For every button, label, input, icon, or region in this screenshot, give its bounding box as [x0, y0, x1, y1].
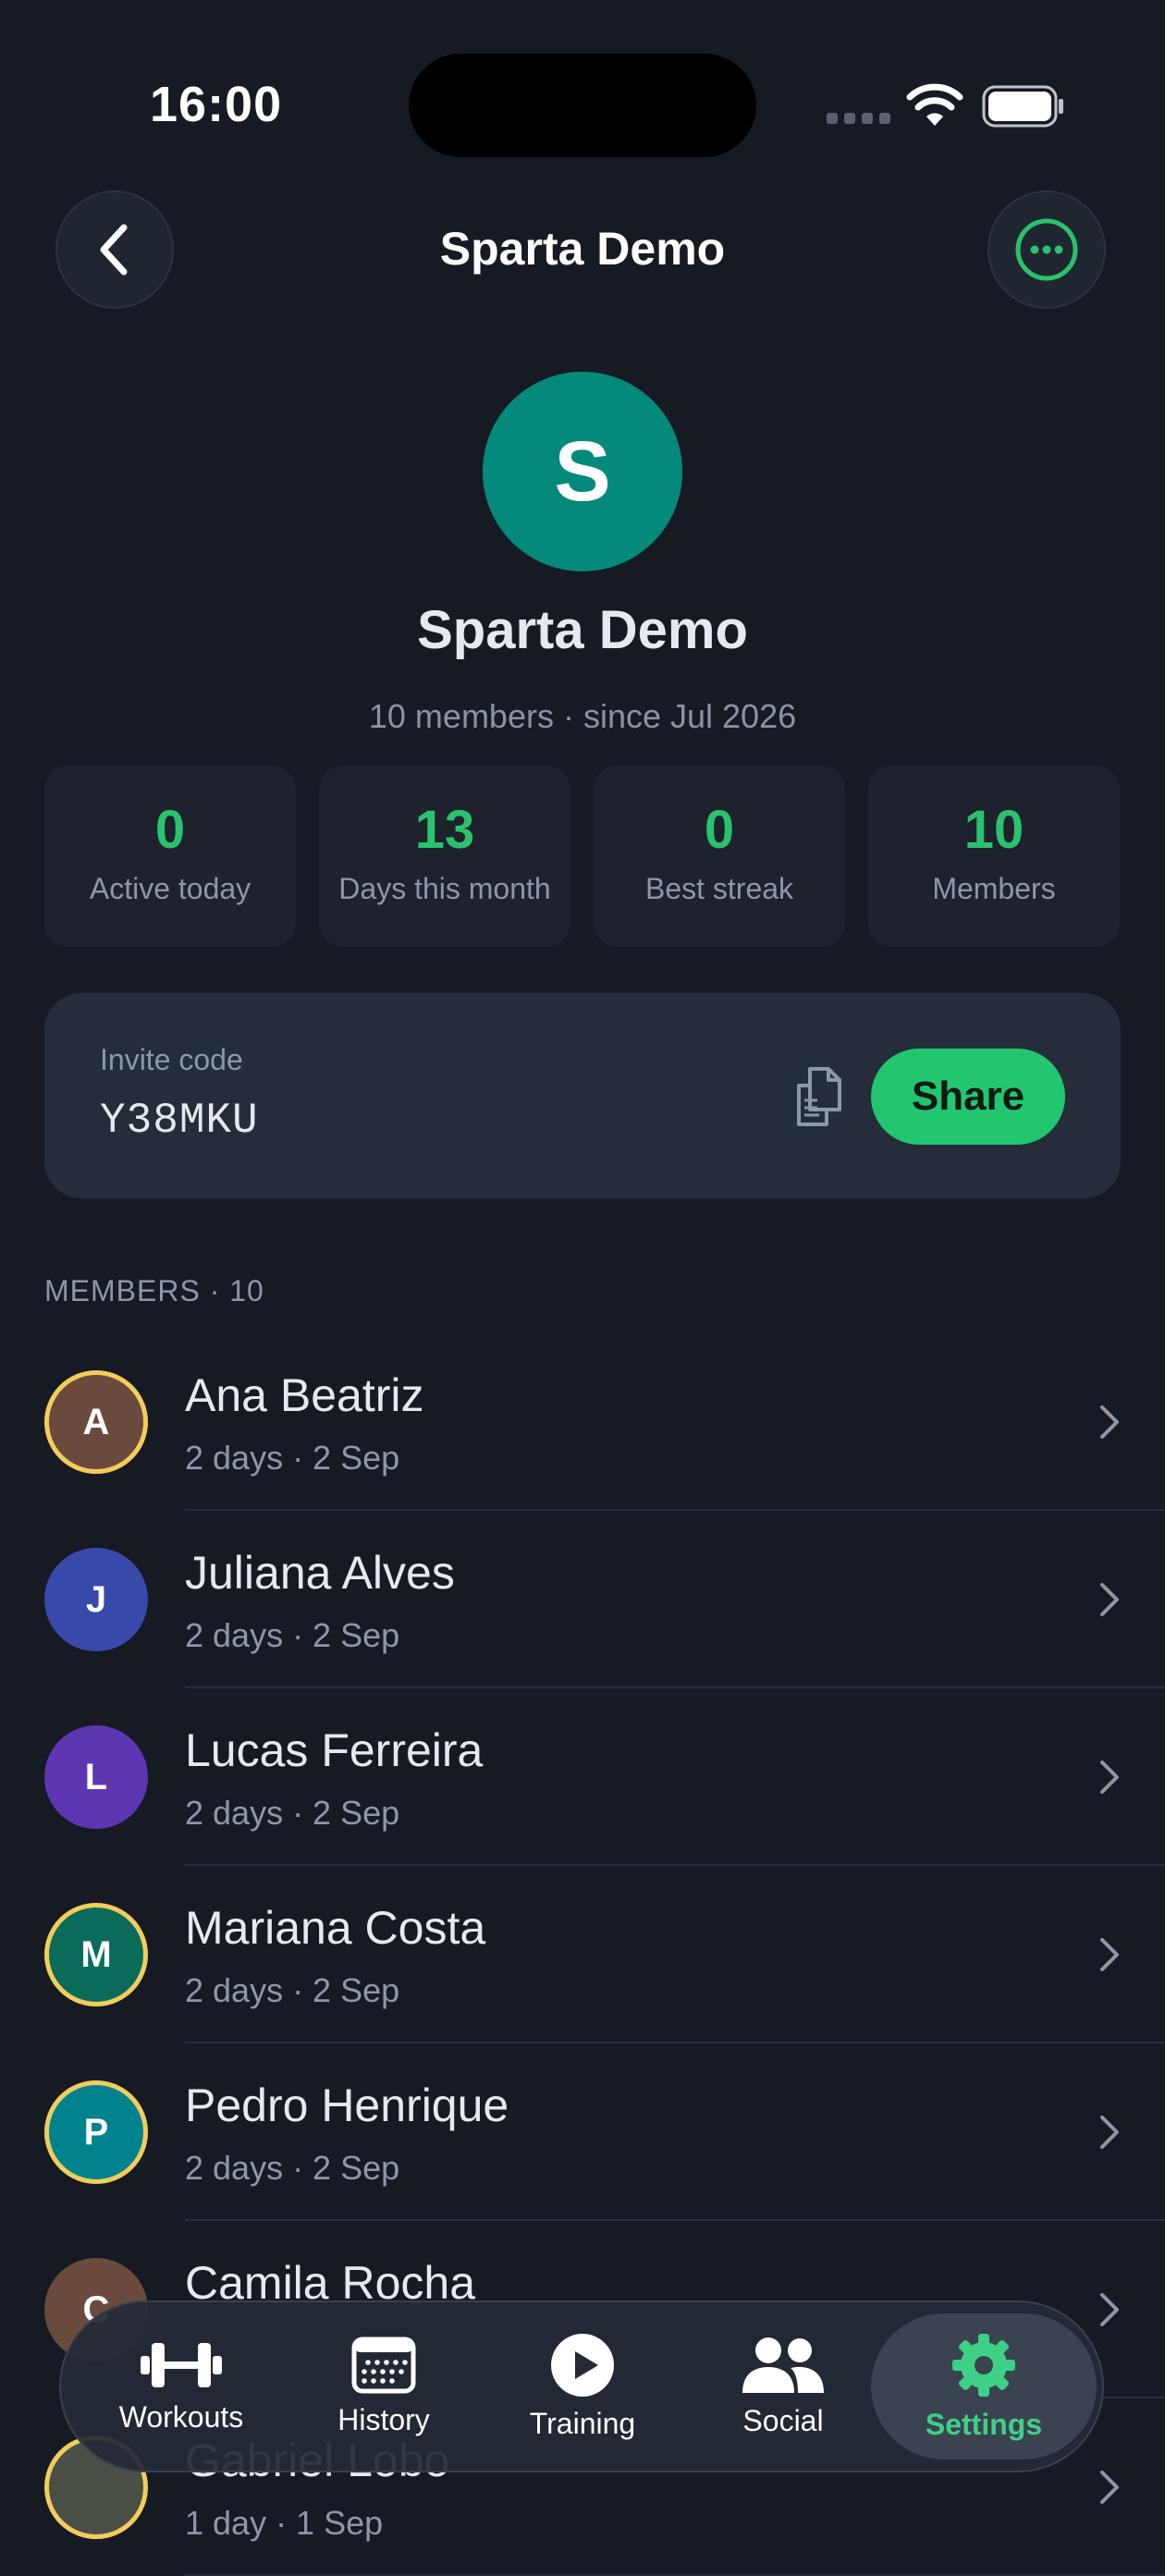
play-circle-icon: [551, 2333, 614, 2397]
share-button[interactable]: Share: [871, 1049, 1065, 1145]
stat-label: Members: [932, 872, 1056, 905]
member-activity: 2 days · 2 Sep: [185, 1971, 400, 2009]
ellipsis-circle-icon: [1015, 218, 1078, 281]
member-activity: 2 days · 2 Sep: [185, 1794, 400, 1832]
tab-label: Workouts: [118, 2399, 244, 2434]
gear-icon: [952, 2333, 1015, 2397]
member-name: Juliana Alves: [185, 1547, 455, 1599]
chevron-right-icon: [1100, 2293, 1119, 2326]
member-row[interactable]: M Mariana Costa 2 days · 2 Sep: [0, 1866, 1165, 2043]
stat-card-best-streak: 0 Best streak: [594, 766, 845, 947]
member-name: Lucas Ferreira: [185, 1724, 484, 1776]
member-row[interactable]: J Juliana Alves 2 days · 2 Sep: [0, 1511, 1165, 1688]
status-time: 16:00: [150, 77, 283, 132]
stat-value: 0: [704, 800, 735, 860]
cellular-signal-icon: [827, 113, 890, 124]
chevron-right-icon: [1100, 1405, 1119, 1439]
member-row[interactable]: P Pedro Henrique 2 days · 2 Sep: [0, 2043, 1165, 2221]
stat-card-active-today: 0 Active today: [44, 766, 296, 947]
stat-label: Active today: [89, 872, 251, 905]
member-name: Mariana Costa: [185, 1902, 486, 1954]
copy-icon[interactable]: [791, 1063, 847, 1130]
tab-social[interactable]: Social: [705, 2300, 862, 2472]
stat-value: 0: [154, 800, 186, 860]
member-activity: 2 days · 2 Sep: [185, 1616, 400, 1654]
stat-card-members: 10 Members: [868, 766, 1120, 947]
chevron-right-icon: [1100, 2471, 1119, 2504]
member-name: Pedro Henrique: [185, 2079, 509, 2131]
calendar-icon: [351, 2337, 416, 2393]
member-avatar: A: [44, 1370, 148, 1474]
dumbbell-icon: [141, 2342, 222, 2387]
member-name: Ana Beatriz: [185, 1369, 424, 1421]
tab-label: Social: [742, 2403, 824, 2437]
members-section-header: MEMBERS · 10: [44, 1274, 264, 1307]
chevron-right-icon: [1100, 1760, 1119, 1794]
wifi-icon: [906, 83, 963, 126]
stat-label: Best streak: [644, 872, 794, 905]
battery-icon: [982, 85, 1063, 128]
tab-history[interactable]: History: [305, 2300, 462, 2472]
more-options-button[interactable]: [987, 190, 1106, 309]
chevron-right-icon: [1100, 1583, 1119, 1616]
tab-label: Training: [529, 2406, 636, 2440]
member-activity: 2 days · 2 Sep: [185, 2149, 400, 2187]
member-avatar: M: [44, 1903, 148, 2006]
invite-code: Y38MKU: [100, 1097, 259, 1145]
tab-workouts[interactable]: Workouts: [102, 2300, 261, 2472]
member-row[interactable]: A Ana Beatriz 2 days · 2 Sep: [0, 1333, 1165, 1511]
tab-settings[interactable]: Settings: [878, 2300, 1089, 2472]
member-avatar: P: [44, 2080, 148, 2184]
member-row[interactable]: L Lucas Ferreira 2 days · 2 Sep: [0, 1688, 1165, 1866]
stat-label: Days this month: [338, 872, 551, 905]
member-activity: 1 day · 1 Sep: [185, 2504, 384, 2542]
stat-value: 13: [414, 800, 475, 860]
member-activity: 2 days · 2 Sep: [185, 1439, 400, 1477]
tab-label: History: [337, 2402, 430, 2436]
stat-value: 10: [963, 800, 1024, 860]
people-icon: [742, 2337, 824, 2393]
member-avatar: J: [44, 1548, 148, 1651]
tab-label: Settings: [925, 2407, 1043, 2441]
chevron-right-icon: [1100, 1938, 1119, 1971]
group-name: Sparta Demo: [417, 600, 748, 660]
group-meta: 10 members · since Jul 2026: [368, 697, 797, 735]
group-avatar: S: [483, 372, 682, 571]
invite-label: Invite code: [100, 1043, 243, 1076]
member-avatar: L: [44, 1725, 148, 1829]
stat-card-days-this-month: 13 Days this month: [319, 766, 570, 947]
dynamic-island: [409, 54, 756, 157]
chevron-right-icon: [1100, 2116, 1119, 2149]
tab-training[interactable]: Training: [507, 2300, 658, 2472]
